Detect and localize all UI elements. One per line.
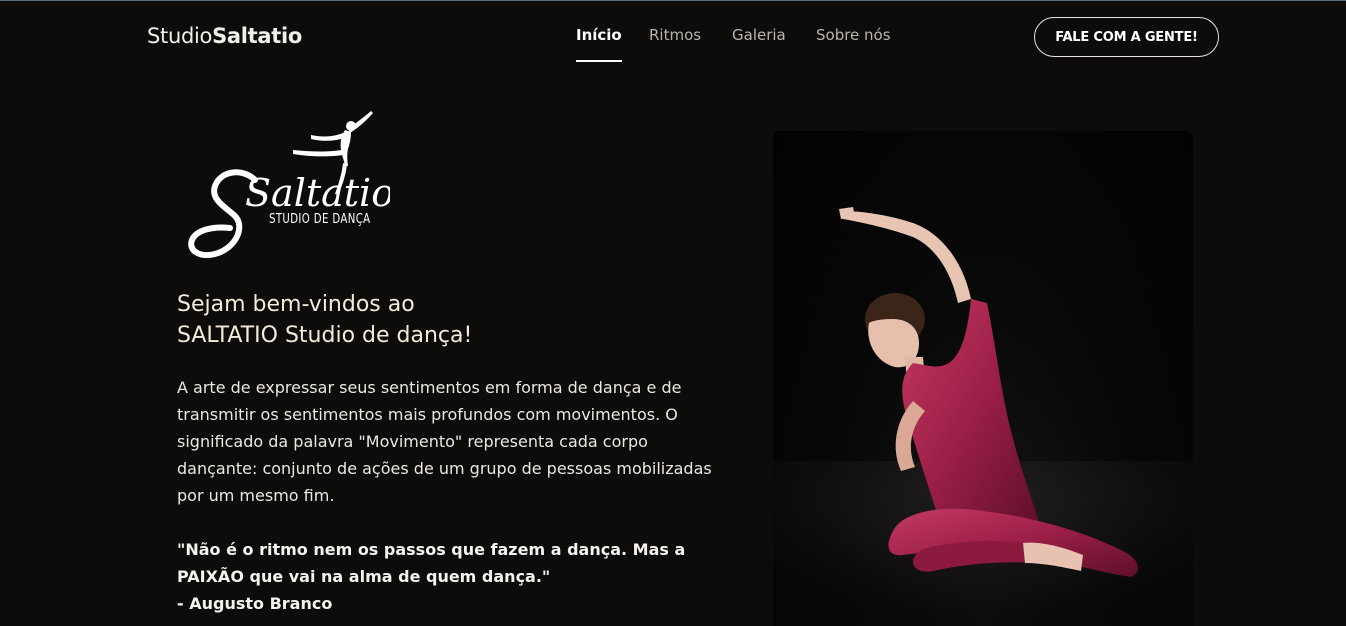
nav-item-galeria[interactable]: Galeria (732, 26, 786, 44)
brand-logo-text[interactable]: StudioSaltatio (147, 24, 302, 48)
logo-subtitle: STUDIO DE DANÇA (269, 212, 371, 227)
nav-item-inicio[interactable]: Início (576, 26, 622, 62)
dance-quote: "Não é o ritmo nem os passos que fazem a… (177, 536, 717, 617)
brand-light: Studio (147, 24, 213, 48)
welcome-line-1: Sejam bem-vindos ao (177, 292, 415, 317)
quote-line-2: PAIXÃO que vai na alma de quem dança." (177, 567, 551, 586)
brand-bold: Saltatio (212, 24, 303, 48)
window-top-border (0, 0, 1346, 1)
welcome-line-2: SALTATIO Studio de dança! (177, 323, 473, 348)
saltatio-logo-graphic: Saltatio (188, 111, 394, 258)
quote-line-1: "Não é o ritmo nem os passos que fazem a… (177, 540, 686, 559)
logo-title: Saltatio (245, 171, 390, 215)
nav-item-sobre-nos[interactable]: Sobre nós (816, 26, 891, 44)
dancer-illustration (773, 207, 1193, 626)
nav-item-ritmos[interactable]: Ritmos (649, 26, 701, 44)
studio-logo: Saltatio STUDIO DE DANÇA (185, 108, 394, 263)
contact-button[interactable]: FALE COM A GENTE! (1034, 17, 1219, 57)
welcome-heading: Sejam bem-vindos ao SALTATIO Studio de d… (177, 289, 697, 351)
intro-paragraph: A arte de expressar seus sentimentos em … (177, 378, 712, 505)
dancer-photo (773, 131, 1193, 626)
quote-author: - Augusto Branco (177, 594, 333, 613)
